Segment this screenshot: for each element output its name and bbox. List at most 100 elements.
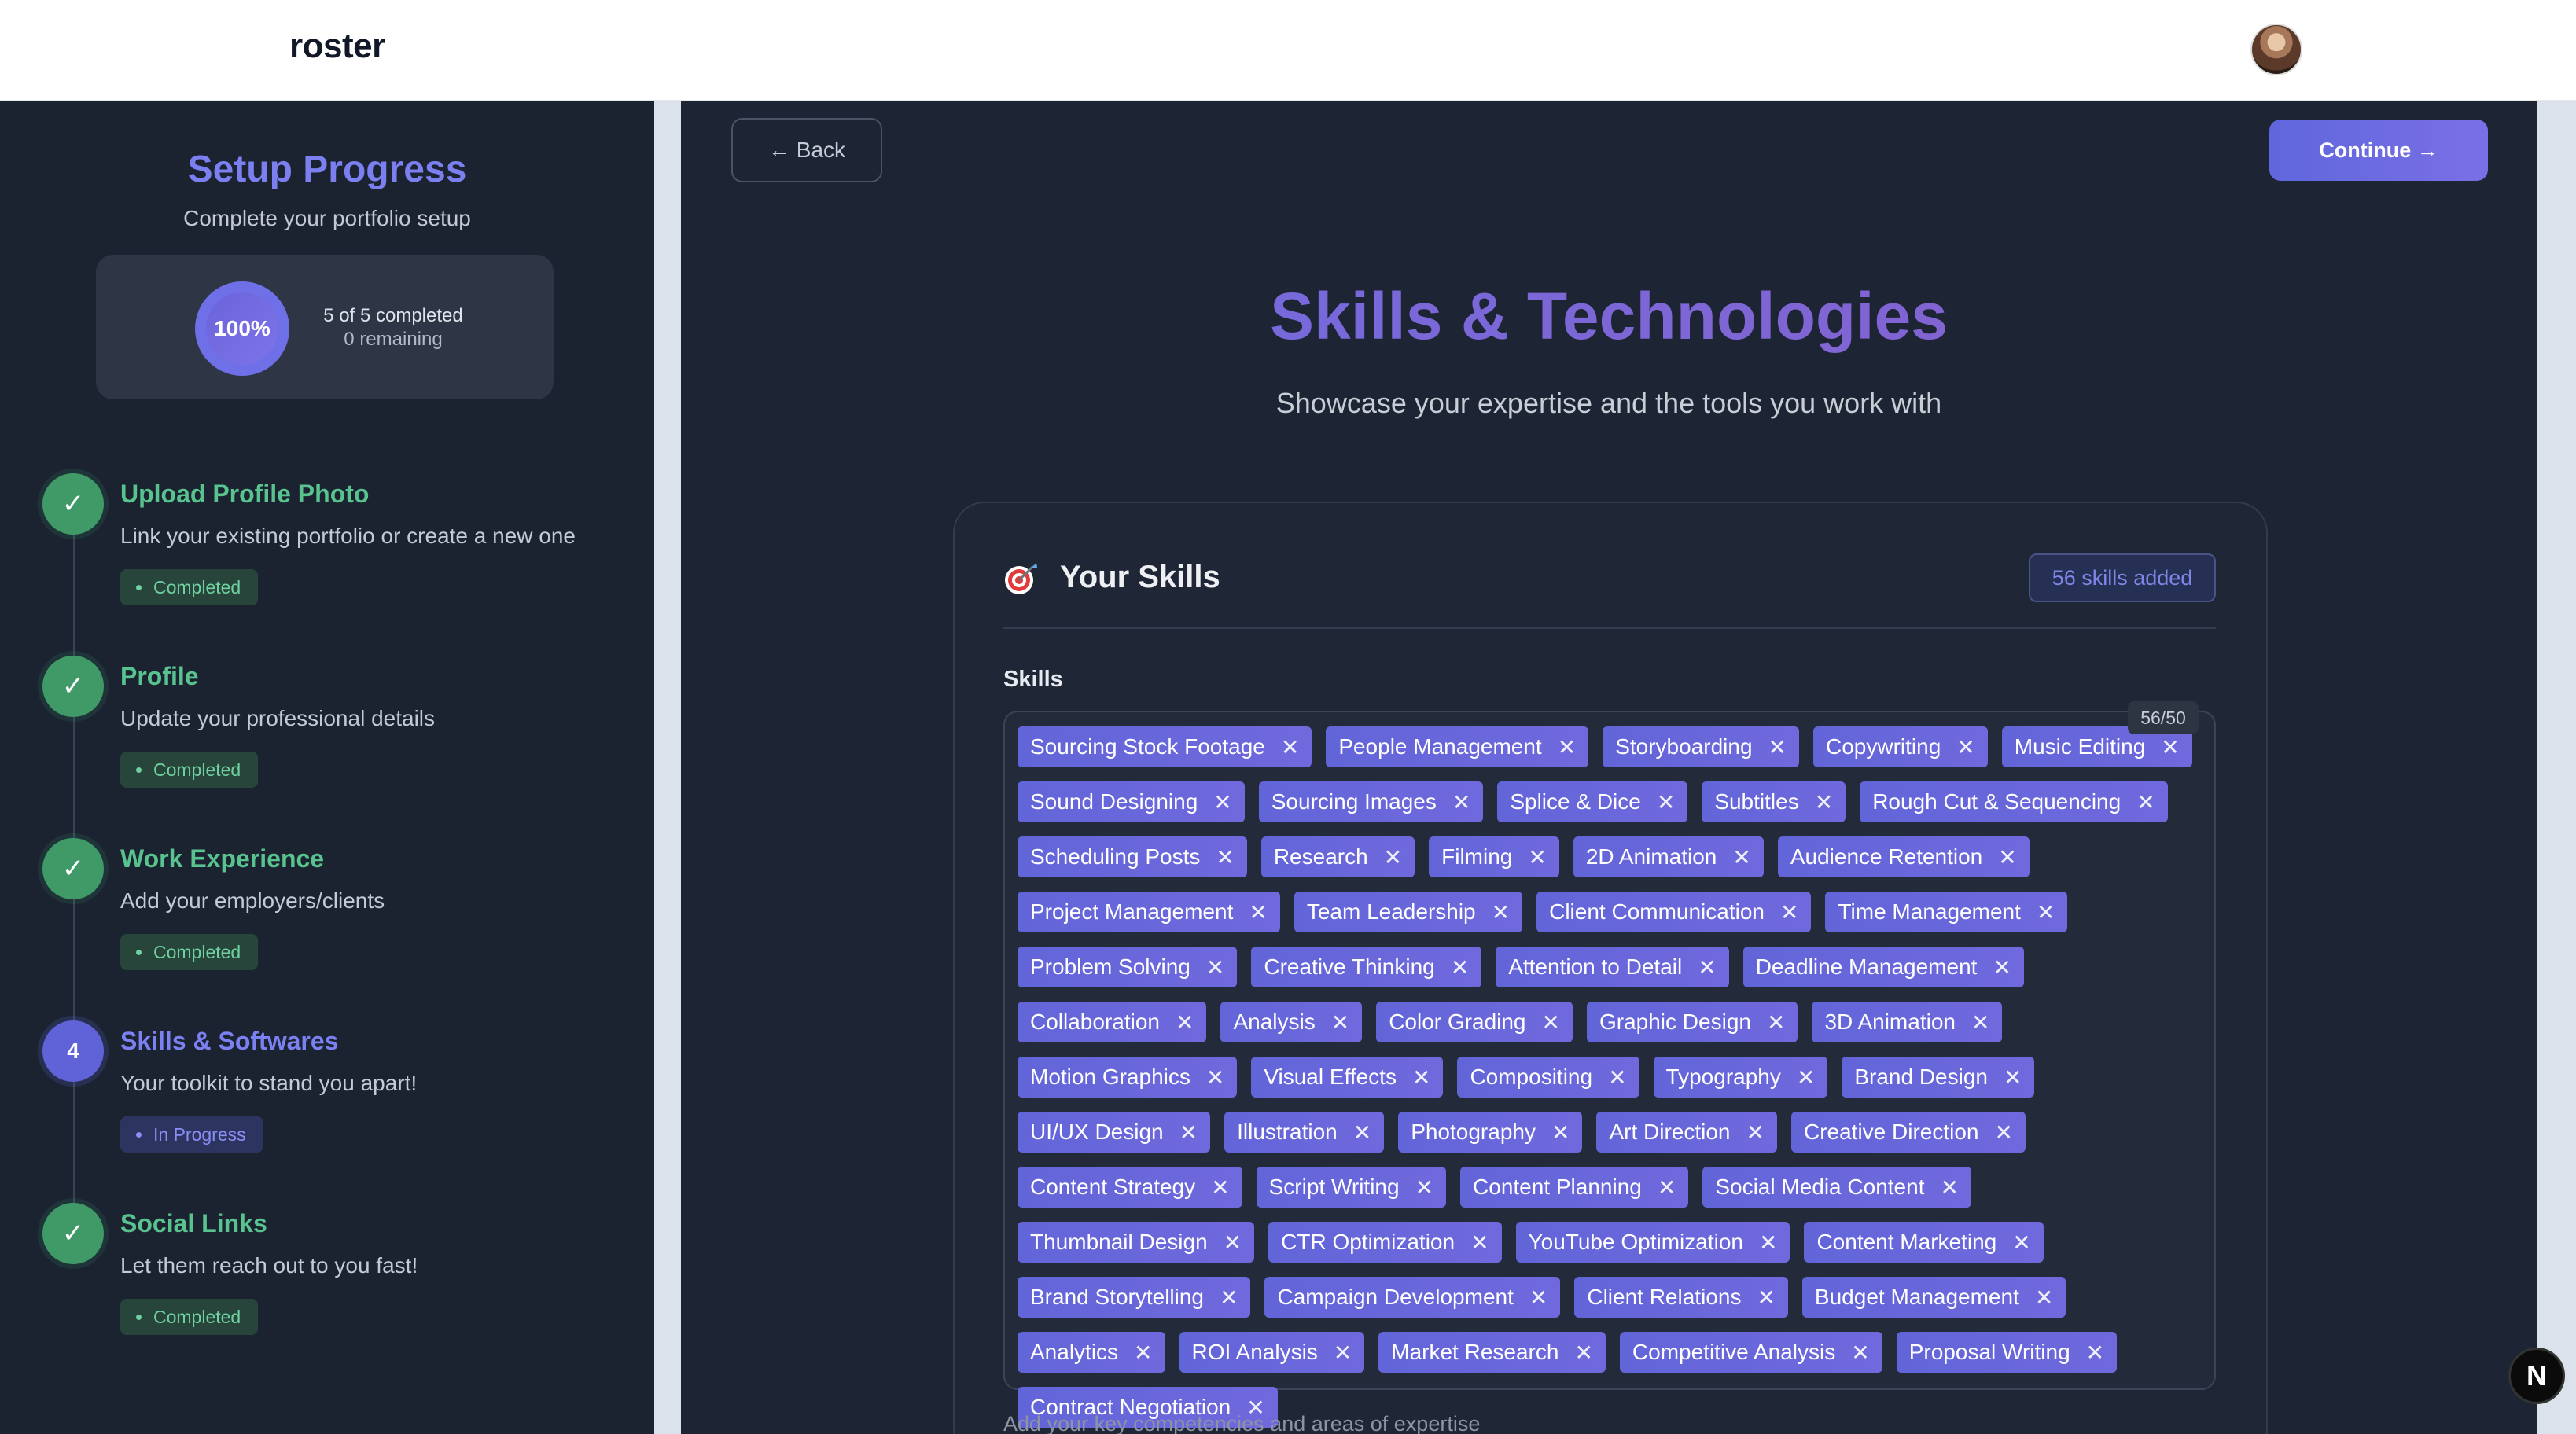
step-upload-profile-photo[interactable]: ✓ Upload Profile Photo Link your existin… (0, 473, 654, 631)
remove-tag-icon[interactable]: ✕ (1451, 954, 1469, 980)
skill-tag-label: Proposal Writing (1908, 1340, 2070, 1364)
remove-tag-icon[interactable]: ✕ (1998, 844, 2016, 870)
skill-tag-label: Competitive Analysis (1632, 1340, 1836, 1364)
remove-tag-icon[interactable]: ✕ (1353, 1120, 1371, 1145)
remove-tag-icon[interactable]: ✕ (1698, 954, 1716, 980)
skill-tag: Content Planning ✕ (1460, 1167, 1689, 1208)
remove-tag-icon[interactable]: ✕ (1767, 1009, 1785, 1035)
skill-tag-label: UI/UX Design (1030, 1120, 1164, 1144)
remove-tag-icon[interactable]: ✕ (1492, 899, 1510, 925)
skill-tag-label: Sourcing Stock Footage (1030, 734, 1265, 759)
remove-tag-icon[interactable]: ✕ (1797, 1064, 1815, 1090)
remove-tag-icon[interactable]: ✕ (2012, 1230, 2030, 1256)
step-work-experience[interactable]: ✓ Work Experience Add your employers/cli… (0, 838, 654, 995)
remove-tag-icon[interactable]: ✕ (2136, 789, 2155, 815)
step-social-links[interactable]: ✓ Social Links Let them reach out to you… (0, 1203, 654, 1360)
step-title: Upload Profile Photo (120, 480, 370, 508)
top-navbar: roster (0, 0, 2576, 101)
dev-tools-badge[interactable]: N (2508, 1348, 2565, 1404)
remove-tag-icon[interactable]: ✕ (1224, 1230, 1242, 1256)
skills-hint: Add your key competencies and areas of e… (1003, 1412, 1481, 1434)
skill-tag: People Management ✕ (1326, 726, 1589, 767)
skill-tag-label: Time Management (1838, 899, 2021, 924)
step-description: Let them reach out to you fast! (120, 1253, 418, 1278)
skill-tag: Brand Design ✕ (1842, 1057, 2035, 1098)
skills-field-label: Skills (1003, 667, 1063, 692)
remove-tag-icon[interactable]: ✕ (1528, 844, 1546, 870)
remove-tag-icon[interactable]: ✕ (1993, 954, 2011, 980)
step-skills-softwares[interactable]: 4 Skills & Softwares Your toolkit to sta… (0, 1020, 654, 1178)
continue-button[interactable]: Continue → (2269, 120, 2488, 181)
skill-tag-label: Rough Cut & Sequencing (1872, 789, 2122, 814)
skill-tag: Deadline Management ✕ (1742, 947, 2024, 987)
remove-tag-icon[interactable]: ✕ (1956, 734, 1974, 760)
remove-tag-icon[interactable]: ✕ (1608, 1064, 1626, 1090)
remove-tag-icon[interactable]: ✕ (1213, 789, 1231, 815)
remove-tag-icon[interactable]: ✕ (2035, 1285, 2053, 1311)
progress-ring: 100% (195, 281, 289, 376)
remove-tag-icon[interactable]: ✕ (1851, 1340, 1869, 1366)
skill-tag-label: Typography (1665, 1064, 1781, 1089)
remove-tag-icon[interactable]: ✕ (1220, 1285, 1238, 1311)
remove-tag-icon[interactable]: ✕ (1281, 734, 1299, 760)
remove-tag-icon[interactable]: ✕ (1179, 1120, 1198, 1145)
step-description: Your toolkit to stand you apart! (120, 1071, 418, 1095)
remove-tag-icon[interactable]: ✕ (1658, 1175, 1676, 1201)
remove-tag-icon[interactable]: ✕ (1211, 1175, 1229, 1201)
remove-tag-icon[interactable]: ✕ (1331, 1009, 1349, 1035)
remove-tag-icon[interactable]: ✕ (1940, 1175, 1958, 1201)
remove-tag-icon[interactable]: ✕ (2037, 899, 2055, 925)
sidebar-divider (654, 101, 681, 1434)
remove-tag-icon[interactable]: ✕ (1334, 1340, 1352, 1366)
skills-count-badge: 56 skills added (2029, 553, 2216, 602)
remove-tag-icon[interactable]: ✕ (1657, 789, 1675, 815)
remove-tag-icon[interactable]: ✕ (1452, 789, 1470, 815)
back-button[interactable]: ← Back (731, 118, 882, 182)
remove-tag-icon[interactable]: ✕ (1134, 1340, 1152, 1366)
app-logo[interactable]: roster (289, 27, 385, 66)
skill-tag: Client Relations ✕ (1574, 1277, 1788, 1318)
skill-tag: Audience Retention ✕ (1777, 836, 2030, 877)
remove-tag-icon[interactable]: ✕ (1176, 1009, 1194, 1035)
remove-tag-icon[interactable]: ✕ (1206, 1064, 1224, 1090)
scrollbar-track[interactable] (2537, 101, 2576, 1434)
card-divider (1003, 627, 2216, 629)
skill-tag-label: Client Relations (1587, 1285, 1742, 1309)
remove-tag-icon[interactable]: ✕ (1542, 1009, 1560, 1035)
remove-tag-icon[interactable]: ✕ (1529, 1285, 1547, 1311)
sidebar-title: Setup Progress (187, 149, 467, 190)
remove-tag-icon[interactable]: ✕ (2161, 734, 2179, 760)
remove-tag-icon[interactable]: ✕ (1732, 844, 1750, 870)
remove-tag-icon[interactable]: ✕ (2004, 1064, 2022, 1090)
skill-tag: Analytics ✕ (1018, 1332, 1165, 1373)
remove-tag-icon[interactable]: ✕ (1216, 844, 1234, 870)
remove-tag-icon[interactable]: ✕ (1551, 1120, 1570, 1145)
user-avatar[interactable] (2250, 24, 2302, 75)
remove-tag-icon[interactable]: ✕ (1558, 734, 1576, 760)
step-description: Link your existing portfolio or create a… (120, 524, 576, 548)
remove-tag-icon[interactable]: ✕ (1415, 1175, 1433, 1201)
remove-tag-icon[interactable]: ✕ (1249, 899, 1267, 925)
remove-tag-icon[interactable]: ✕ (1971, 1009, 1989, 1035)
skill-tag-label: Collaboration (1030, 1009, 1160, 1034)
remove-tag-icon[interactable]: ✕ (1470, 1230, 1489, 1256)
remove-tag-icon[interactable]: ✕ (1768, 734, 1787, 760)
remove-tag-icon[interactable]: ✕ (1815, 789, 1833, 815)
remove-tag-icon[interactable]: ✕ (1757, 1285, 1775, 1311)
remove-tag-icon[interactable]: ✕ (1384, 844, 1402, 870)
remove-tag-icon[interactable]: ✕ (1206, 954, 1224, 980)
skill-tag-label: Content Strategy (1030, 1175, 1196, 1199)
remove-tag-icon[interactable]: ✕ (1574, 1340, 1592, 1366)
skill-tag-label: Client Communication (1549, 899, 1765, 924)
skill-tag-label: Project Management (1030, 899, 1234, 924)
remove-tag-icon[interactable]: ✕ (1746, 1120, 1765, 1145)
step-profile[interactable]: ✓ Profile Update your professional detai… (0, 656, 654, 813)
skill-tag: Motion Graphics ✕ (1018, 1057, 1238, 1098)
skill-tag: 3D Animation ✕ (1812, 1002, 2003, 1042)
remove-tag-icon[interactable]: ✕ (1995, 1120, 2013, 1145)
remove-tag-icon[interactable]: ✕ (1780, 899, 1798, 925)
remove-tag-icon[interactable]: ✕ (2086, 1340, 2104, 1366)
remove-tag-icon[interactable]: ✕ (1412, 1064, 1430, 1090)
remove-tag-icon[interactable]: ✕ (1759, 1230, 1777, 1256)
skill-tag-label: Creative Thinking (1264, 954, 1435, 979)
